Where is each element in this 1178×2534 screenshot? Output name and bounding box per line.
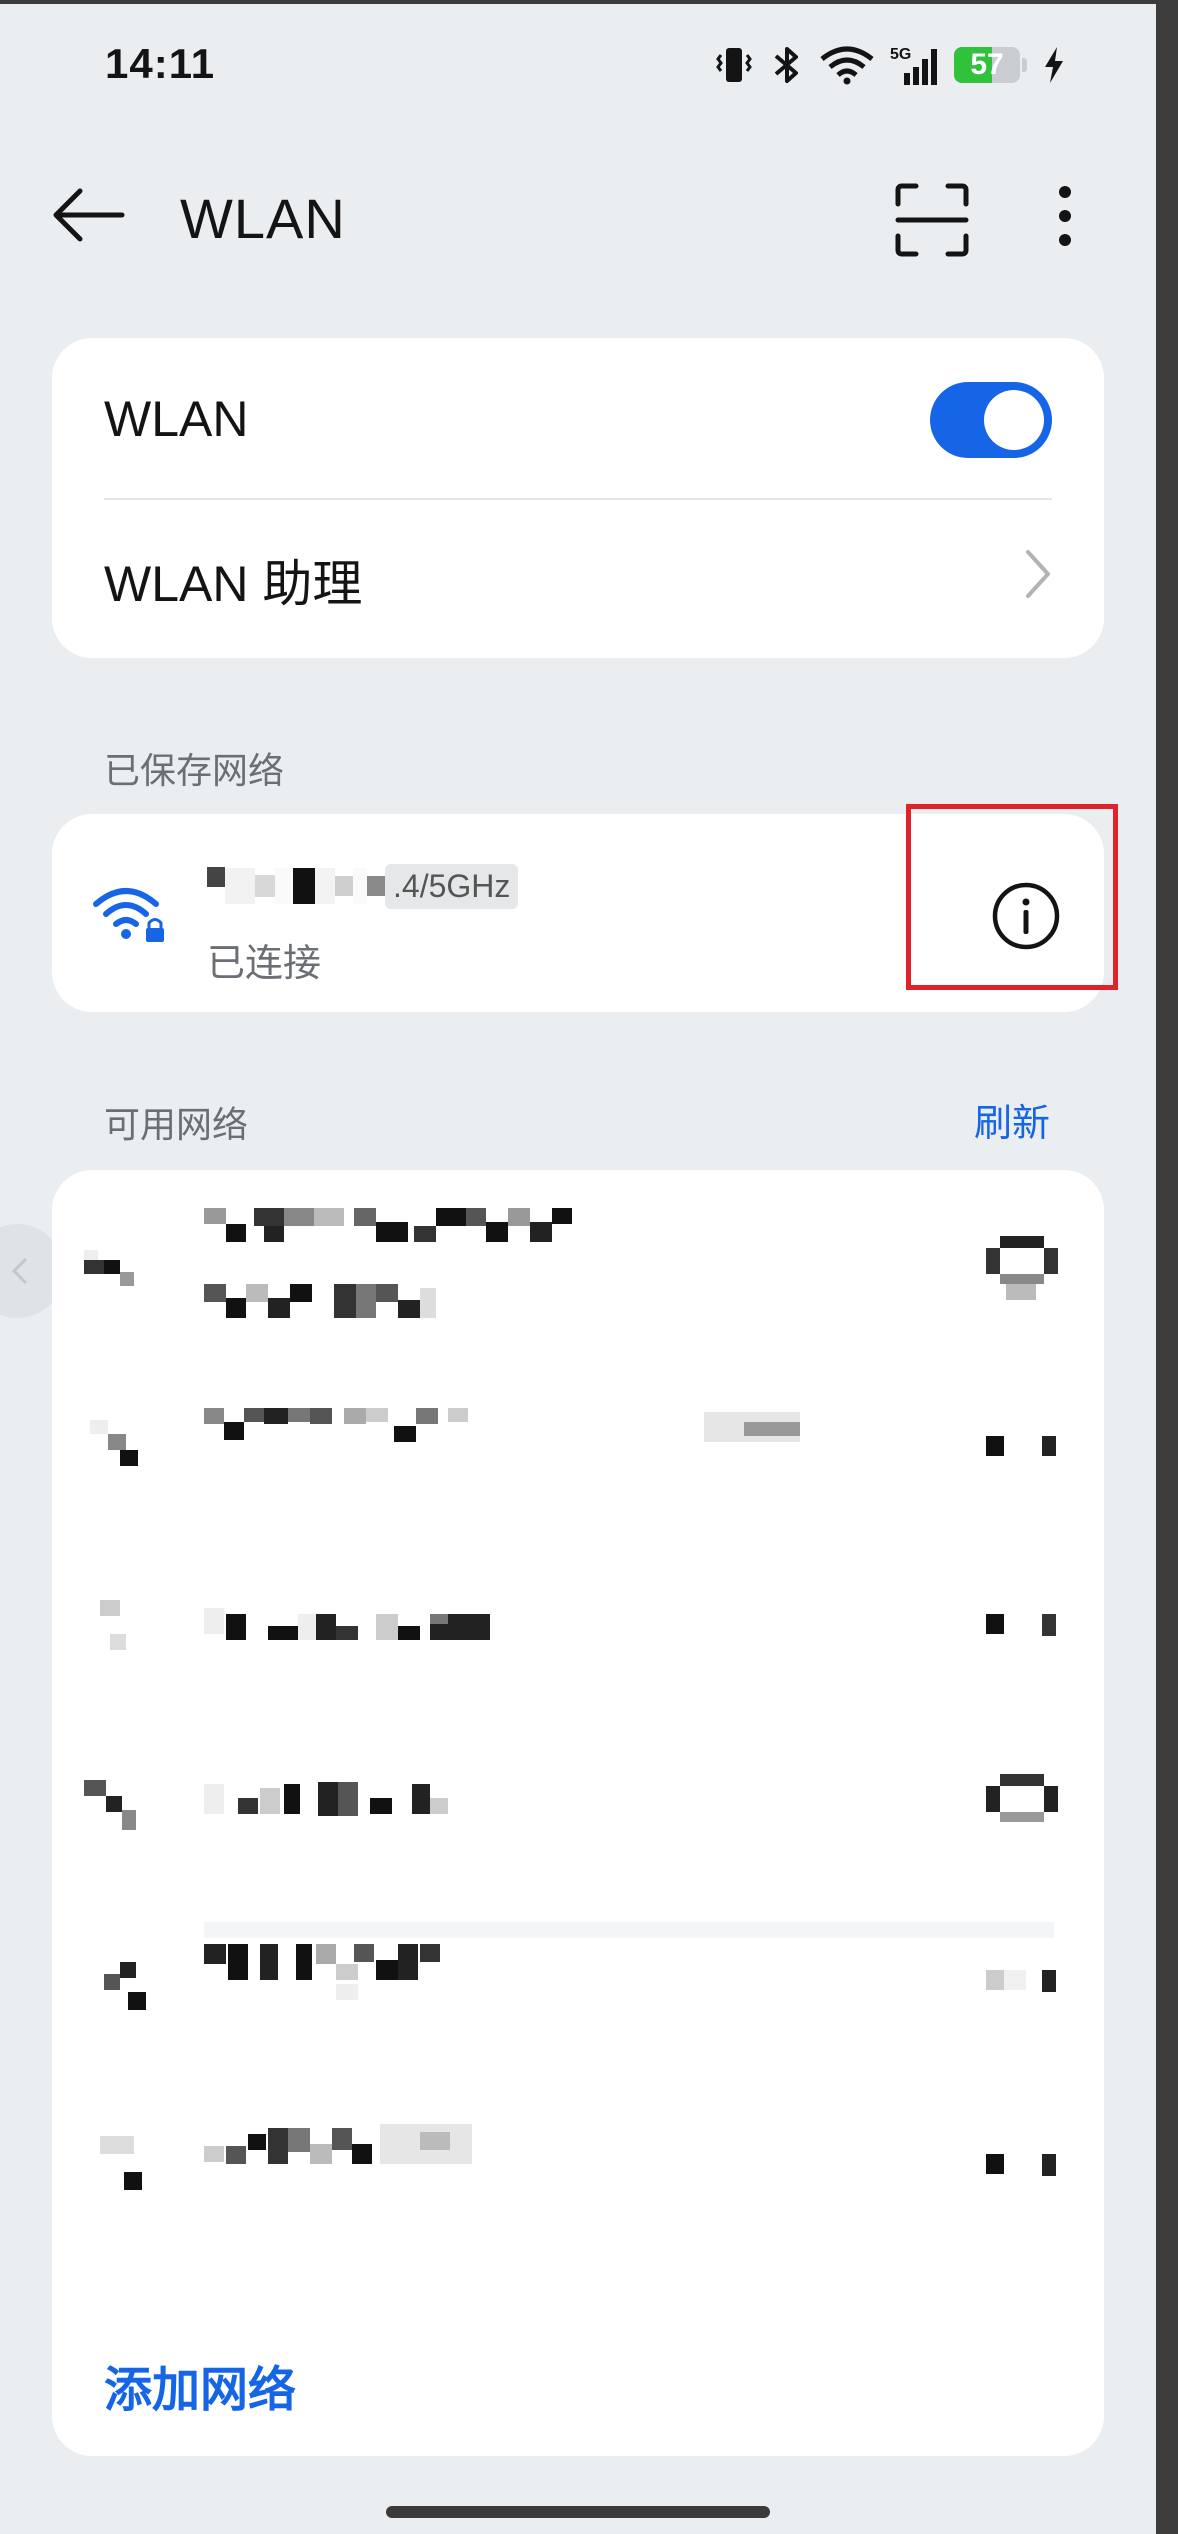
- wifi-signal-icon: [84, 1250, 134, 1286]
- status-time: 14:11: [105, 40, 216, 87]
- wlan-settings-card: WLAN WLAN 助理: [52, 338, 1104, 658]
- add-network-button[interactable]: 添加网络: [104, 2350, 296, 2420]
- scan-button[interactable]: [892, 180, 972, 260]
- wlan-assistant-row[interactable]: WLAN 助理: [52, 500, 1104, 658]
- wifi-signal-icon: [100, 1600, 126, 1650]
- available-networks-card: 添加网络: [52, 1170, 1104, 2456]
- back-button[interactable]: [50, 180, 130, 250]
- wifi-lock-icon: [986, 1436, 1056, 1456]
- network-list-item[interactable]: [52, 2110, 1104, 2290]
- status-icons: 5G 57: [712, 42, 1067, 88]
- back-arrow-icon: [53, 188, 125, 242]
- window-right-edge: [1156, 0, 1178, 2534]
- charging-icon: [1045, 47, 1063, 83]
- available-networks-title: 可用网络: [104, 1104, 249, 1145]
- saved-network-ssid: .4/5GHz: [207, 860, 519, 912]
- network-list-item[interactable]: [52, 1750, 1104, 1938]
- network-ssid-mosaic: [204, 1608, 490, 1640]
- window-top-edge: [0, 0, 1156, 4]
- wlan-toggle[interactable]: [930, 382, 1052, 458]
- wifi-lock-icon: [986, 1774, 1058, 1822]
- wifi-lock-icon: [986, 1614, 1056, 1636]
- network-ssid-mosaic: [204, 1208, 572, 1318]
- wifi-signal-icon: [100, 2136, 142, 2190]
- chevron-left-icon: [11, 1257, 28, 1285]
- network-type-label: 5G: [890, 46, 911, 63]
- saved-network-band: .4/5GHz: [385, 863, 519, 909]
- wifi-icon: [820, 46, 874, 85]
- wifi-lock-icon: [986, 1970, 1056, 1992]
- battery-level: 57: [970, 48, 1004, 81]
- network-ssid-mosaic: [204, 1782, 448, 1816]
- vibrate-icon: [716, 48, 752, 82]
- home-indicator[interactable]: [386, 2506, 770, 2518]
- saved-network-status: 已连接: [207, 943, 322, 985]
- wifi-locked-icon: [93, 888, 164, 942]
- more-vertical-icon: [1059, 186, 1071, 246]
- wifi-signal-icon: [90, 1420, 138, 1466]
- highlight-box: [906, 804, 1118, 990]
- wifi-signal-icon: [104, 1962, 146, 2010]
- cellular-signal-icon: 5G: [890, 46, 937, 85]
- wifi-signal-icon: [84, 1780, 136, 1830]
- wifi-lock-icon: [986, 1236, 1058, 1300]
- page-title: WLAN: [180, 187, 346, 250]
- network-list-item[interactable]: [52, 1390, 1104, 1570]
- network-list-item[interactable]: [52, 1570, 1104, 1750]
- chevron-right-icon: [1026, 550, 1050, 598]
- network-list-item[interactable]: [52, 1930, 1104, 2110]
- more-options-button[interactable]: [1040, 180, 1090, 260]
- battery-tip: [1022, 58, 1027, 72]
- wlan-assistant-label: WLAN 助理: [104, 556, 363, 612]
- scan-icon: [895, 183, 969, 257]
- saved-networks-title: 已保存网络: [104, 750, 285, 791]
- network-list-item[interactable]: [52, 1170, 1104, 1390]
- network-ssid-mosaic: [204, 2124, 472, 2164]
- wlan-toggle-row[interactable]: WLAN: [52, 338, 1104, 498]
- bluetooth-icon: [774, 47, 798, 83]
- refresh-button[interactable]: 刷新: [974, 1092, 1050, 1147]
- network-ssid-mosaic: [204, 1944, 440, 2000]
- network-ssid-mosaic: [204, 1408, 800, 1442]
- wifi-lock-icon: [986, 2154, 1056, 2176]
- toggle-knob: [984, 390, 1044, 450]
- battery-icon: 57: [954, 47, 1020, 83]
- wlan-label: WLAN: [104, 391, 249, 447]
